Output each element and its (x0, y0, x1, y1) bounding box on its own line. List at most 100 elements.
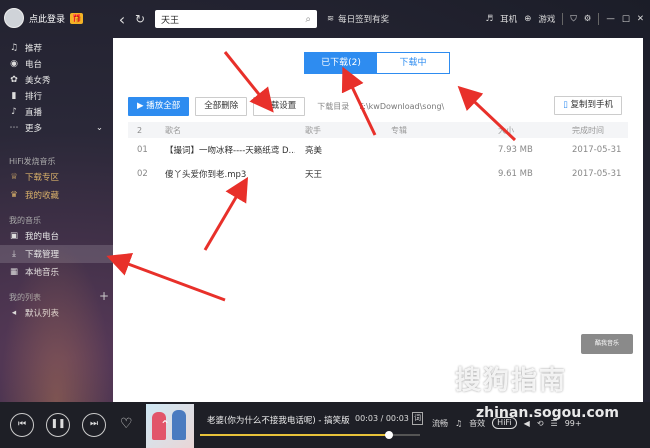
chevron-up-icon[interactable]: ⌃ (160, 418, 170, 432)
avatar[interactable] (4, 8, 24, 28)
back-icon[interactable]: ‹ (113, 10, 131, 29)
refresh-icon[interactable]: ↻ (131, 12, 149, 26)
sound-effect-icon[interactable]: ♫ (455, 419, 462, 428)
add-list-icon[interactable]: + (99, 290, 109, 303)
download-settings-button[interactable]: 下载设置 (253, 96, 306, 116)
table-row[interactable]: 01 【撮词】一吻冰释----天籁纸鸢 D... 亮美 7.93 MB 2017… (128, 138, 628, 162)
game-label[interactable]: 游戏 (538, 13, 555, 25)
tab-downloaded[interactable]: 已下载(2) (305, 53, 377, 73)
gift-icon[interactable]: 🎁 (70, 12, 84, 24)
sidebar-item-label: 默认列表 (25, 309, 60, 319)
row-title[interactable]: 【撮词】一吻冰释----天籁纸鸢 D... (165, 138, 295, 162)
sidebar-item-download-zone[interactable]: ♕ 下载专区 (0, 168, 113, 186)
maximize-icon[interactable]: □ (622, 14, 630, 24)
row-size: 7.93 MB (498, 145, 533, 155)
daily-sign-in[interactable]: ≋ 每日签到有奖 (327, 13, 389, 25)
sidebar-item-download-manager[interactable]: ⤓ 下载管理 (0, 245, 113, 263)
nav-item-recommend[interactable]: ♫ 推荐 (0, 40, 113, 56)
progress-bar[interactable] (200, 431, 420, 439)
row-date: 2017-05-31 (572, 145, 622, 155)
row-artist[interactable]: 亮美 (305, 138, 322, 162)
minimize-icon[interactable]: — (606, 14, 615, 24)
default-list-icon: ◂ (11, 308, 17, 318)
close-icon[interactable]: ✕ (637, 14, 644, 24)
nav-label: 排行 (25, 92, 43, 102)
tab-downloading[interactable]: 下载中 (377, 53, 449, 73)
nav-item-more[interactable]: ⋯ 更多 ⌄ (0, 120, 113, 136)
row-date: 2017-05-31 (572, 169, 622, 179)
nav-item-show[interactable]: ✿ 美女秀 (0, 72, 113, 88)
album-cover[interactable]: ⌃ (146, 404, 194, 448)
rank-icon: ▮ (11, 91, 17, 101)
sign-in-label[interactable]: 每日签到有奖 (338, 13, 389, 25)
login-area[interactable]: 点此登录 🎁 (4, 8, 84, 28)
play-icon: ▶ (137, 100, 147, 111)
row-title[interactable]: 傻丫头爱你到老.mp3 (165, 162, 295, 186)
coin-stack-icon: ≋ (327, 14, 335, 24)
copy-to-phone-label: 复制到手机 (570, 100, 613, 110)
sogou-watermark: 搜狗指南 (455, 366, 568, 396)
pause-button[interactable]: ❚❚ (46, 413, 70, 437)
sogou-url-watermark: zhinan.sogou.com (476, 405, 619, 421)
skin-icon[interactable]: ⛉ (570, 14, 576, 24)
next-button[interactable]: ⏭ (82, 413, 106, 437)
progress-knob[interactable] (385, 431, 394, 439)
prev-button[interactable]: ⏮ (10, 413, 34, 437)
download-manager-panel: 已下载(2) 下载中 ▶ 播放全部 全部删除 下载设置 下载目录 F:\kwDo… (113, 38, 643, 402)
toolbar: ▶ 播放全部 全部删除 下载设置 下载目录 F:\kwDownload\song… (128, 96, 628, 116)
nav-item-live[interactable]: ♪ 直播 (0, 104, 113, 120)
col-size[interactable]: 大小 (498, 122, 514, 138)
main-nav: ♫ 推荐 ◉ 电台 ✿ 美女秀 ▮ 排行 ♪ 直播 ⋯ 更多 ⌄ (0, 40, 113, 136)
mic-icon: ♪ (11, 107, 17, 117)
headphone-icon[interactable]: ♬ (486, 14, 494, 24)
delete-all-button[interactable]: 全部删除 (195, 96, 248, 116)
table-row[interactable]: 02 傻丫头爱你到老.mp3 天王 9.61 MB 2017-05-31 (128, 162, 628, 186)
row-size: 9.61 MB (498, 169, 533, 179)
track-title: 老婆(你为什么不接我电话呢) - 搞笑版 (207, 416, 350, 426)
search-value[interactable]: 天王 (161, 13, 179, 26)
col-date[interactable]: 完成时间 (572, 122, 604, 138)
settings-icon[interactable]: ⚙ (584, 14, 592, 24)
play-all-button[interactable]: ▶ 播放全部 (128, 96, 190, 116)
copy-to-phone-button[interactable]: ▯ 复制到手机 (554, 96, 622, 115)
track-time: 00:03 / 00:03 (355, 414, 409, 423)
sidebar-item-my-radio[interactable]: ▣ 我的电台 (0, 227, 113, 245)
download-dir-label: 下载目录 (317, 101, 350, 111)
gamepad-icon[interactable]: ⊕ (524, 14, 531, 24)
sidebar-item-label: 我的收藏 (25, 191, 60, 201)
col-title[interactable]: 歌名 (165, 122, 295, 138)
search-input[interactable]: 天王 ⌕ (155, 10, 317, 28)
my-radio-icon: ▣ (9, 231, 19, 241)
top-bar: ‹ ↻ 天王 ⌕ ≋ 每日签到有奖 ♬ 耳机 ⊕ 游戏 ⛉ ⚙ — □ ✕ (113, 0, 650, 38)
favorite-icon: ♛ (10, 190, 18, 200)
hifi-section-title: HiFi发烧音乐 (9, 157, 56, 166)
lyric-icon[interactable]: 词 (412, 412, 423, 425)
sidebar-item-label: 下载管理 (25, 250, 60, 260)
row-artist[interactable]: 天王 (305, 162, 322, 186)
nav-item-rank[interactable]: ▮ 排行 (0, 88, 113, 104)
nav-item-radio[interactable]: ◉ 电台 (0, 56, 113, 72)
col-artist[interactable]: 歌手 (305, 122, 321, 138)
nav-label: 更多 (25, 124, 43, 134)
my-list-group: ◂ 默认列表 (0, 304, 113, 322)
my-music-group: ▣ 我的电台 ⤓ 下载管理 ▦ 本地音乐 (0, 227, 113, 281)
quality-mode[interactable]: 流畅 (432, 418, 448, 429)
divider (598, 13, 600, 25)
my-music-title: 我的音乐 (9, 216, 41, 225)
login-label[interactable]: 点此登录 (29, 12, 65, 25)
heart-icon[interactable]: ♡ (120, 416, 133, 432)
search-icon[interactable]: ⌕ (305, 14, 311, 25)
col-album[interactable]: 专辑 (391, 122, 407, 138)
download-dir-path[interactable]: F:\kwDownload\song\ (359, 102, 444, 111)
sidebar-item-favorite[interactable]: ♛ 我的收藏 (0, 186, 113, 204)
local-music-icon: ▦ (9, 267, 19, 277)
sidebar-item-default-list[interactable]: ◂ 默认列表 (0, 304, 113, 322)
more-icon: ⋯ (9, 123, 19, 133)
sidebar-item-local-music[interactable]: ▦ 本地音乐 (0, 263, 113, 281)
row-number: 02 (137, 169, 148, 179)
nav-label: 直播 (25, 108, 43, 118)
progress-fill (200, 434, 390, 436)
download-manager-icon: ⤓ (12, 249, 16, 259)
headphone-label[interactable]: 耳机 (500, 13, 517, 25)
my-list-title: 我的列表 (9, 293, 41, 302)
